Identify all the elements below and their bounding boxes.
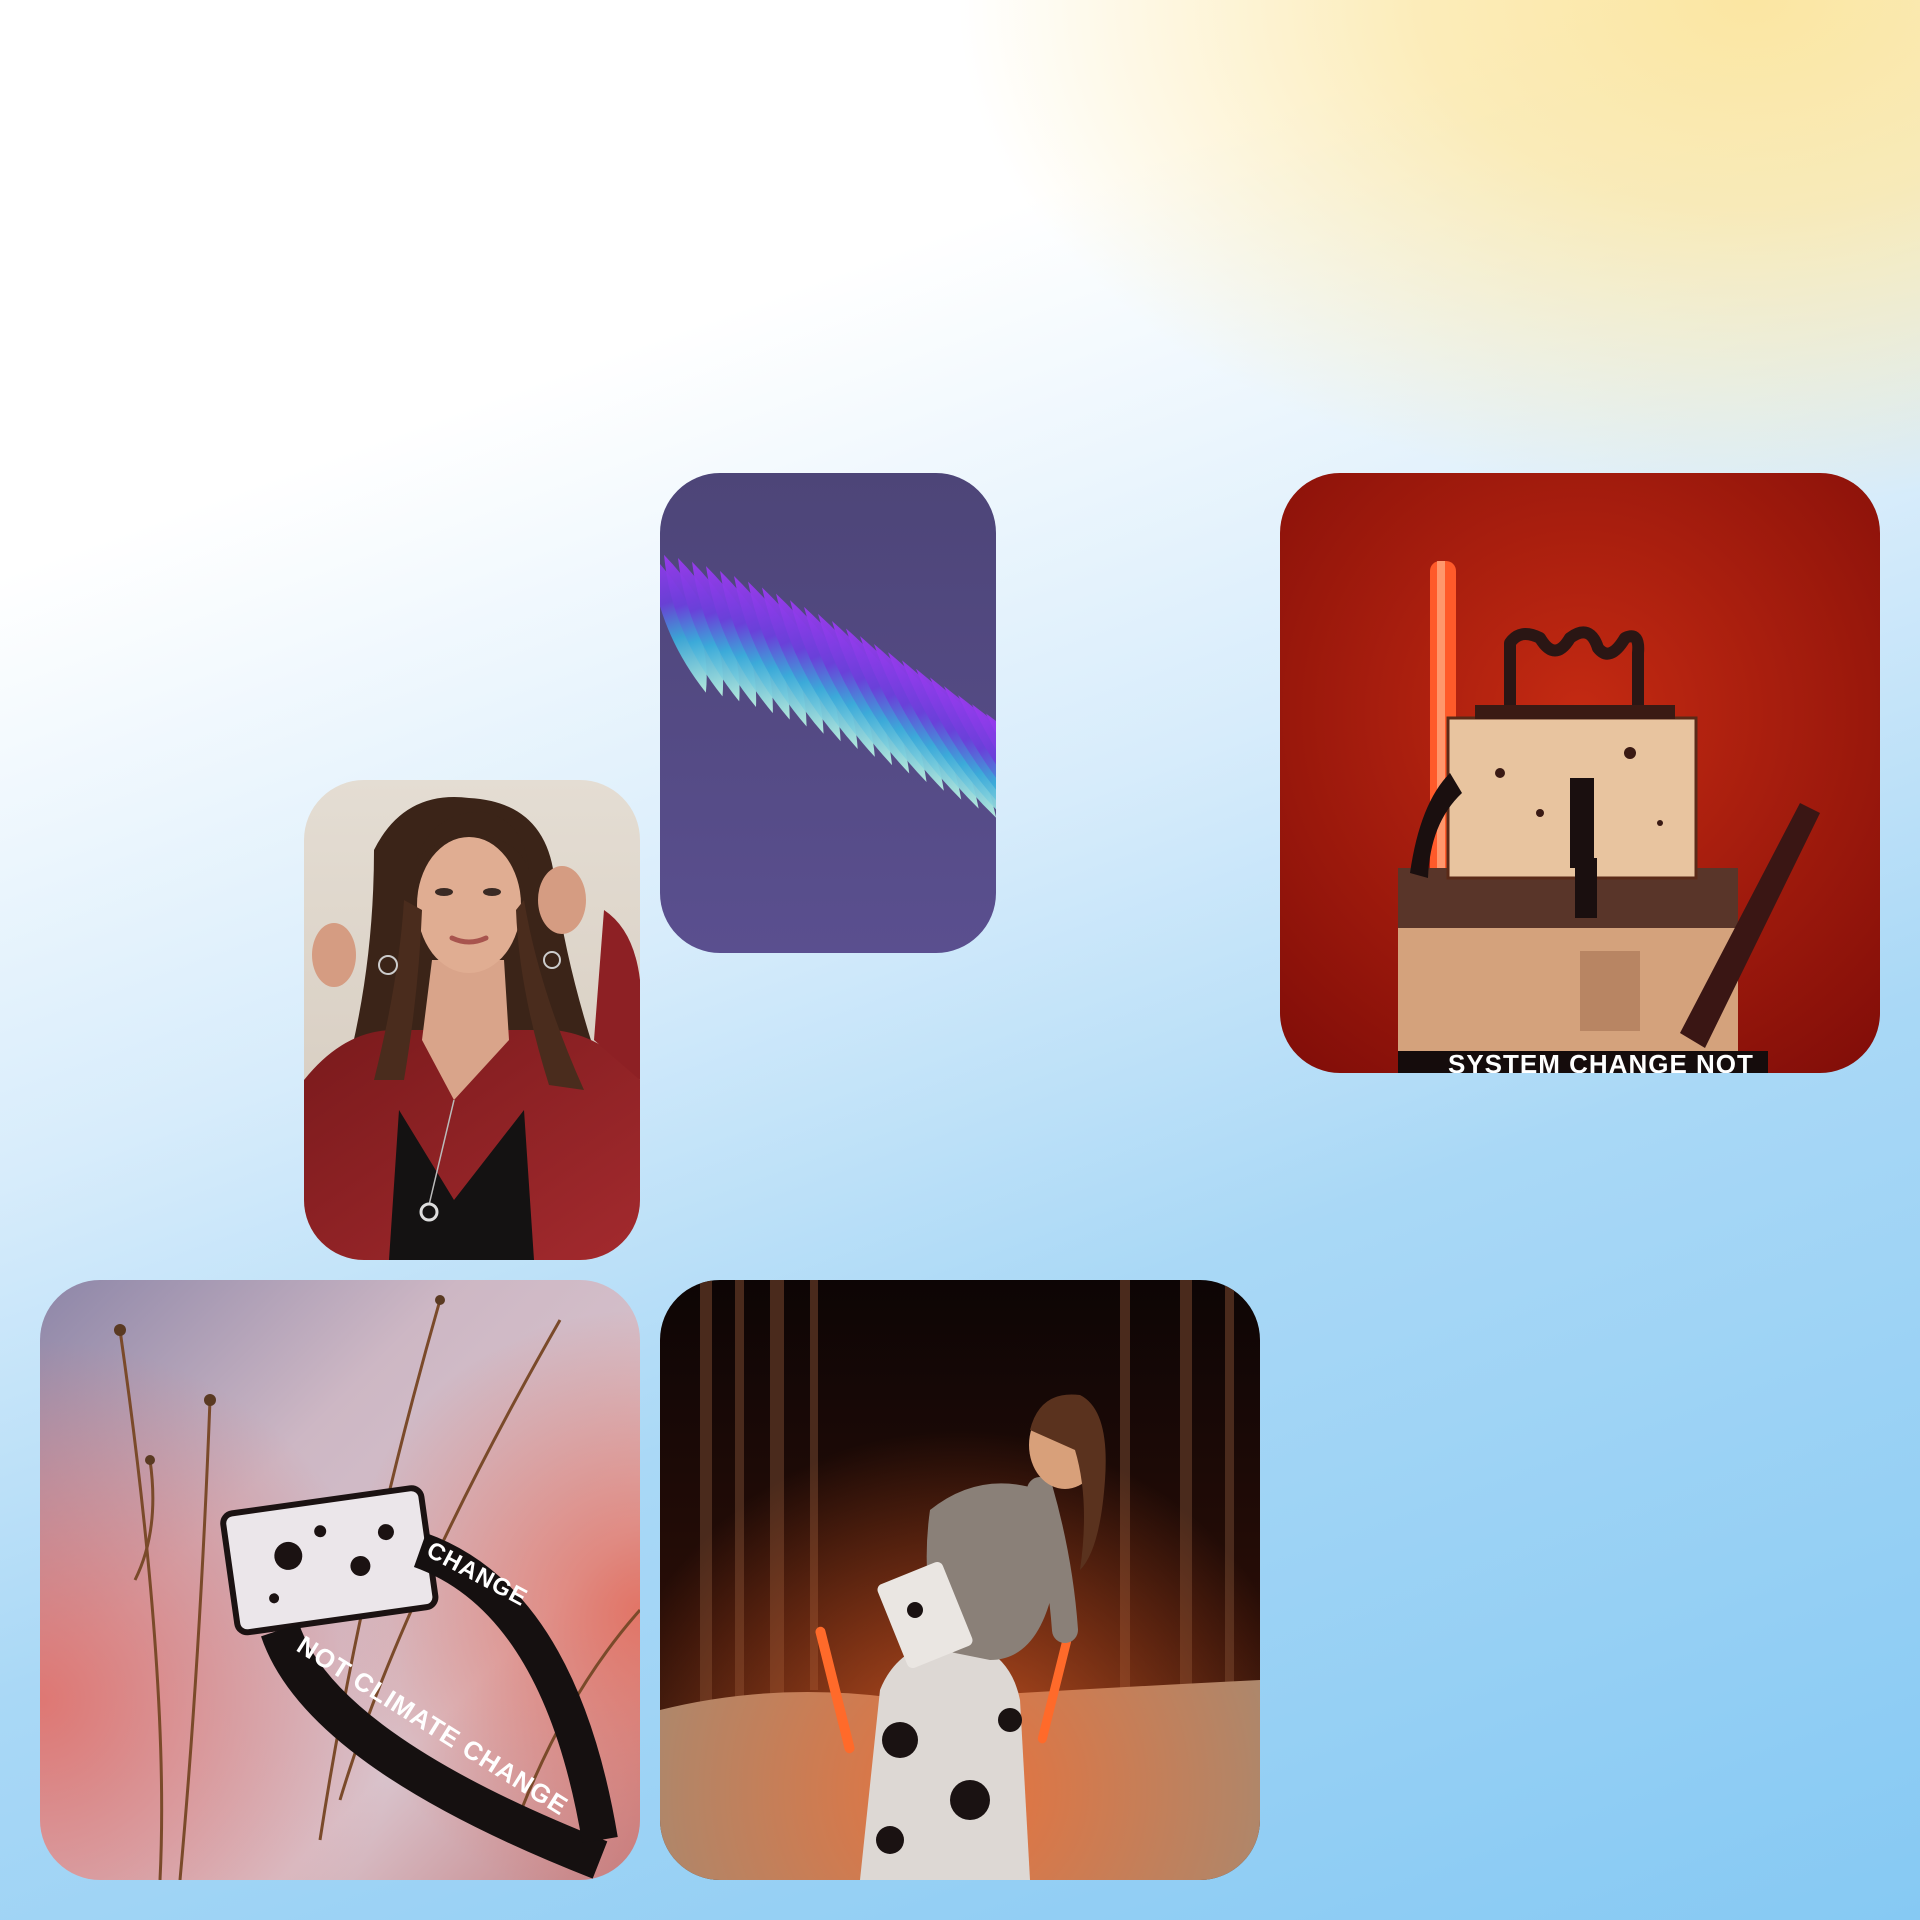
photo-tile-night-forest[interactable]: [660, 1280, 1260, 1880]
night-forest-image: [660, 1280, 1260, 1880]
bag-in-snow-image: NOT CLIMATE CHANGE CHANGE: [40, 1280, 640, 1880]
portrait-image: [304, 780, 640, 1260]
abstract-wave-image: [660, 473, 996, 953]
photo-tile-abstract-wave[interactable]: [660, 473, 996, 953]
photo-tile-bag-stack-red[interactable]: SYSTEM CHANGE NOT: [1280, 473, 1880, 1073]
bag-stack-red-image: SYSTEM CHANGE NOT: [1280, 473, 1880, 1073]
gallery-page: { "gallery": { "accent_top_right": "#fbe…: [0, 0, 1920, 1920]
strap-text-system-change: SYSTEM CHANGE NOT: [1448, 1049, 1754, 1073]
photo-tile-portrait[interactable]: [304, 780, 640, 1260]
photo-tile-bag-in-snow[interactable]: NOT CLIMATE CHANGE CHANGE: [40, 1280, 640, 1880]
